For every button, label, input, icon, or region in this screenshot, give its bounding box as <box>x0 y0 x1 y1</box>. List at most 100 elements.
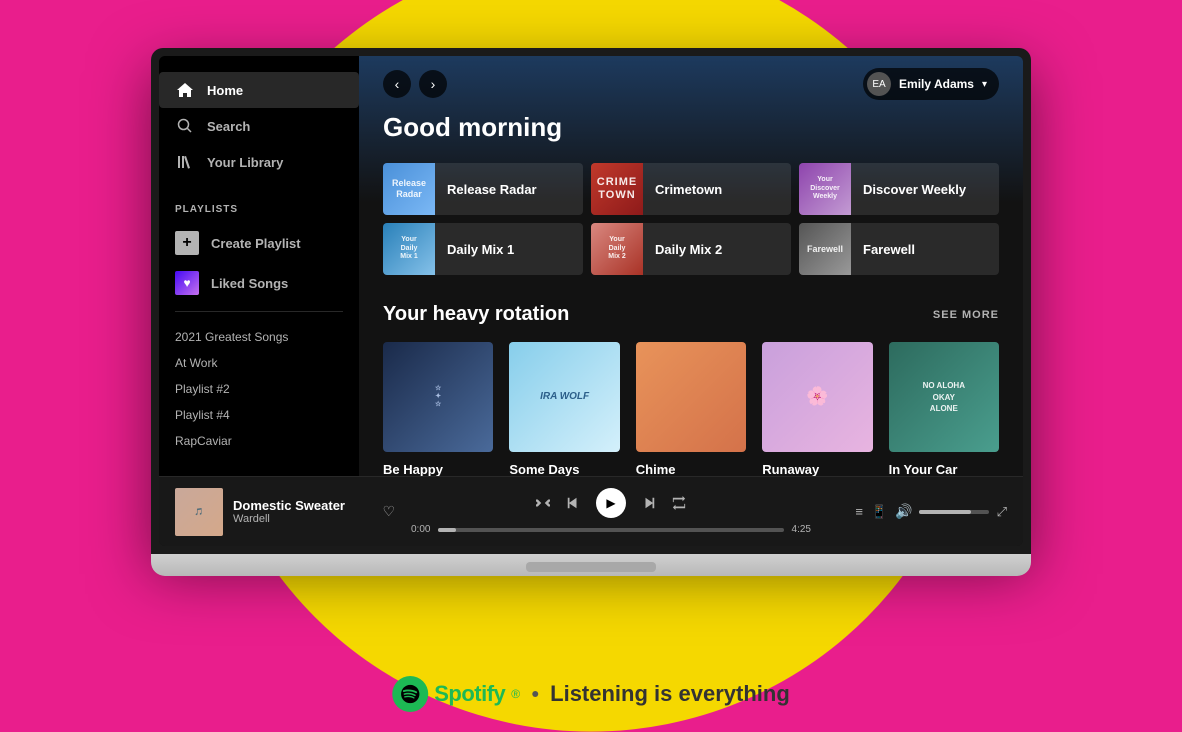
album-grid: ☆✦☆ Be Happy Gene Evaro Jr. IRA WOLF S <box>383 342 999 476</box>
volume-control: 🔊 <box>895 503 988 520</box>
brand-separator <box>532 691 538 697</box>
quick-item-release-radar[interactable]: ReleaseRadar Release Radar <box>383 163 583 215</box>
time-current: 0:00 <box>411 524 430 535</box>
create-playlist-action[interactable]: + Create Playlist <box>159 223 359 263</box>
sidebar-item-library[interactable]: Your Library <box>159 144 359 180</box>
sidebar-item-search[interactable]: Search <box>159 108 359 144</box>
play-button[interactable]: ▶ <box>596 488 626 518</box>
now-playing-thumb: 🎵 <box>175 488 223 536</box>
quick-label-discover-weekly: Discover Weekly <box>851 182 978 197</box>
library-icon <box>175 152 195 172</box>
album-title-runaway: Runaway <box>762 462 872 476</box>
album-cover-some-days: IRA WOLF <box>509 342 619 452</box>
volume-icon[interactable]: 🔊 <box>895 503 912 520</box>
quick-label-daily-mix-2: Daily Mix 2 <box>643 242 734 257</box>
quick-item-discover-weekly[interactable]: YourDiscoverWeekly Discover Weekly <box>799 163 999 215</box>
user-avatar: EA <box>867 72 891 96</box>
spotify-circle-icon <box>392 676 428 712</box>
quick-access-grid: ReleaseRadar Release Radar CRIMETOWN Cri… <box>383 163 999 275</box>
quick-item-daily-mix-1[interactable]: YourDailyMix 1 Daily Mix 1 <box>383 223 583 275</box>
quick-thumb-daily-mix-2: YourDailyMix 2 <box>591 223 643 275</box>
shuffle-button[interactable] <box>536 496 550 510</box>
album-cover-chime <box>636 342 746 452</box>
quick-thumb-farewell: Farewell <box>799 223 851 275</box>
now-playing-artist: Wardell <box>233 513 372 525</box>
liked-songs-icon: ♥ <box>175 271 199 295</box>
album-cover-runaway: 🌸 <box>762 342 872 452</box>
brand-tagline: Listening is everything <box>550 681 790 707</box>
album-cover-in-your-car: NO ALOHAOKAYALONE <box>889 342 999 452</box>
rotation-title: Your heavy rotation <box>383 303 569 326</box>
topbar: ‹ › EA Emily Adams ▾ <box>359 56 1023 112</box>
album-card-runaway[interactable]: 🌸 Runaway Beast Coast <box>762 342 872 476</box>
quick-thumb-daily-mix-1: YourDailyMix 1 <box>383 223 435 275</box>
quick-item-farewell[interactable]: Farewell Farewell <box>799 223 999 275</box>
bottom-branding: Spotify ® Listening is everything <box>392 676 790 712</box>
repeat-button[interactable] <box>672 496 686 510</box>
quick-label-farewell: Farewell <box>851 242 927 257</box>
player-bar: 🎵 Domestic Sweater Wardell ♡ <box>159 476 1023 546</box>
time-total: 4:25 <box>792 524 811 535</box>
album-card-be-happy[interactable]: ☆✦☆ Be Happy Gene Evaro Jr. <box>383 342 493 476</box>
now-playing: 🎵 Domestic Sweater Wardell ♡ <box>175 488 395 536</box>
playlist-item-3[interactable]: Playlist #4 <box>159 402 359 428</box>
quick-thumb-discover-weekly: YourDiscoverWeekly <box>799 163 851 215</box>
create-playlist-label: Create Playlist <box>211 236 301 251</box>
playlist-item-2[interactable]: Playlist #2 <box>159 376 359 402</box>
see-more-button[interactable]: SEE MORE <box>933 309 999 321</box>
playlist-item-4[interactable]: RapCaviar <box>159 428 359 454</box>
back-button[interactable]: ‹ <box>383 70 411 98</box>
laptop-trackpad <box>526 562 656 572</box>
registered-mark: ® <box>511 687 520 701</box>
laptop-wrapper: Home Search <box>151 48 1031 576</box>
liked-songs-label: Liked Songs <box>211 276 288 291</box>
album-card-some-days[interactable]: IRA WOLF Some Days Ira Wolf <box>509 342 619 476</box>
sidebar-item-home[interactable]: Home <box>159 72 359 108</box>
volume-track[interactable] <box>919 510 989 514</box>
quick-thumb-crimetown: CRIMETOWN <box>591 163 643 215</box>
fullscreen-icon[interactable]: ⤢ <box>997 504 1007 520</box>
volume-fill <box>919 510 972 514</box>
queue-icon[interactable]: ≡ <box>855 504 863 519</box>
heart-button[interactable]: ♡ <box>382 503 395 520</box>
laptop-screen-bezel: Home Search <box>151 48 1031 554</box>
album-cover-be-happy: ☆✦☆ <box>383 342 493 452</box>
playlist-item-0[interactable]: 2021 Greatest Songs <box>159 324 359 350</box>
main-content: ‹ › EA Emily Adams ▾ Good morning <box>359 56 1023 476</box>
user-name: Emily Adams <box>899 77 974 91</box>
sidebar-search-label: Search <box>207 119 250 134</box>
progress-fill <box>438 528 455 532</box>
quick-label-daily-mix-1: Daily Mix 1 <box>435 242 526 257</box>
sidebar-library-label: Your Library <box>207 155 283 170</box>
quick-item-crimetown[interactable]: CRIMETOWN Crimetown <box>591 163 791 215</box>
now-playing-title: Domestic Sweater <box>233 498 372 513</box>
devices-icon[interactable]: 📱 <box>871 504 887 520</box>
progress-track[interactable] <box>438 528 783 532</box>
quick-item-daily-mix-2[interactable]: YourDailyMix 2 Daily Mix 2 <box>591 223 791 275</box>
progress-bar-area: 0:00 4:25 <box>411 524 811 535</box>
spotify-logo-area: Spotify ® <box>392 676 520 712</box>
player-controls: ▶ 0:00 4:25 <box>403 488 819 535</box>
album-title-be-happy: Be Happy <box>383 462 493 476</box>
liked-songs-action[interactable]: ♥ Liked Songs <box>159 263 359 303</box>
laptop-body <box>151 554 1031 576</box>
sidebar-home-label: Home <box>207 83 243 98</box>
sidebar-divider <box>175 311 343 312</box>
home-icon <box>175 80 195 100</box>
user-dropdown-arrow: ▾ <box>982 79 987 90</box>
spotify-wordmark: Spotify <box>434 681 505 707</box>
search-icon <box>175 116 195 136</box>
playlists-section-label: PLAYLISTS <box>159 188 359 223</box>
album-title-some-days: Some Days <box>509 462 619 476</box>
album-card-in-your-car[interactable]: NO ALOHAOKAYALONE In Your Car No Aloha <box>889 342 999 476</box>
user-menu[interactable]: EA Emily Adams ▾ <box>863 68 999 100</box>
playlist-list: 2021 Greatest Songs At Work Playlist #2 … <box>159 320 359 458</box>
next-button[interactable] <box>642 496 656 510</box>
album-card-chime[interactable]: Chime Alan Gogoll <box>636 342 746 476</box>
prev-button[interactable] <box>566 496 580 510</box>
sidebar: Home Search <box>159 56 359 476</box>
playlist-item-1[interactable]: At Work <box>159 350 359 376</box>
app-screen: Home Search <box>159 56 1023 546</box>
forward-button[interactable]: › <box>419 70 447 98</box>
now-playing-info: Domestic Sweater Wardell <box>233 498 372 525</box>
